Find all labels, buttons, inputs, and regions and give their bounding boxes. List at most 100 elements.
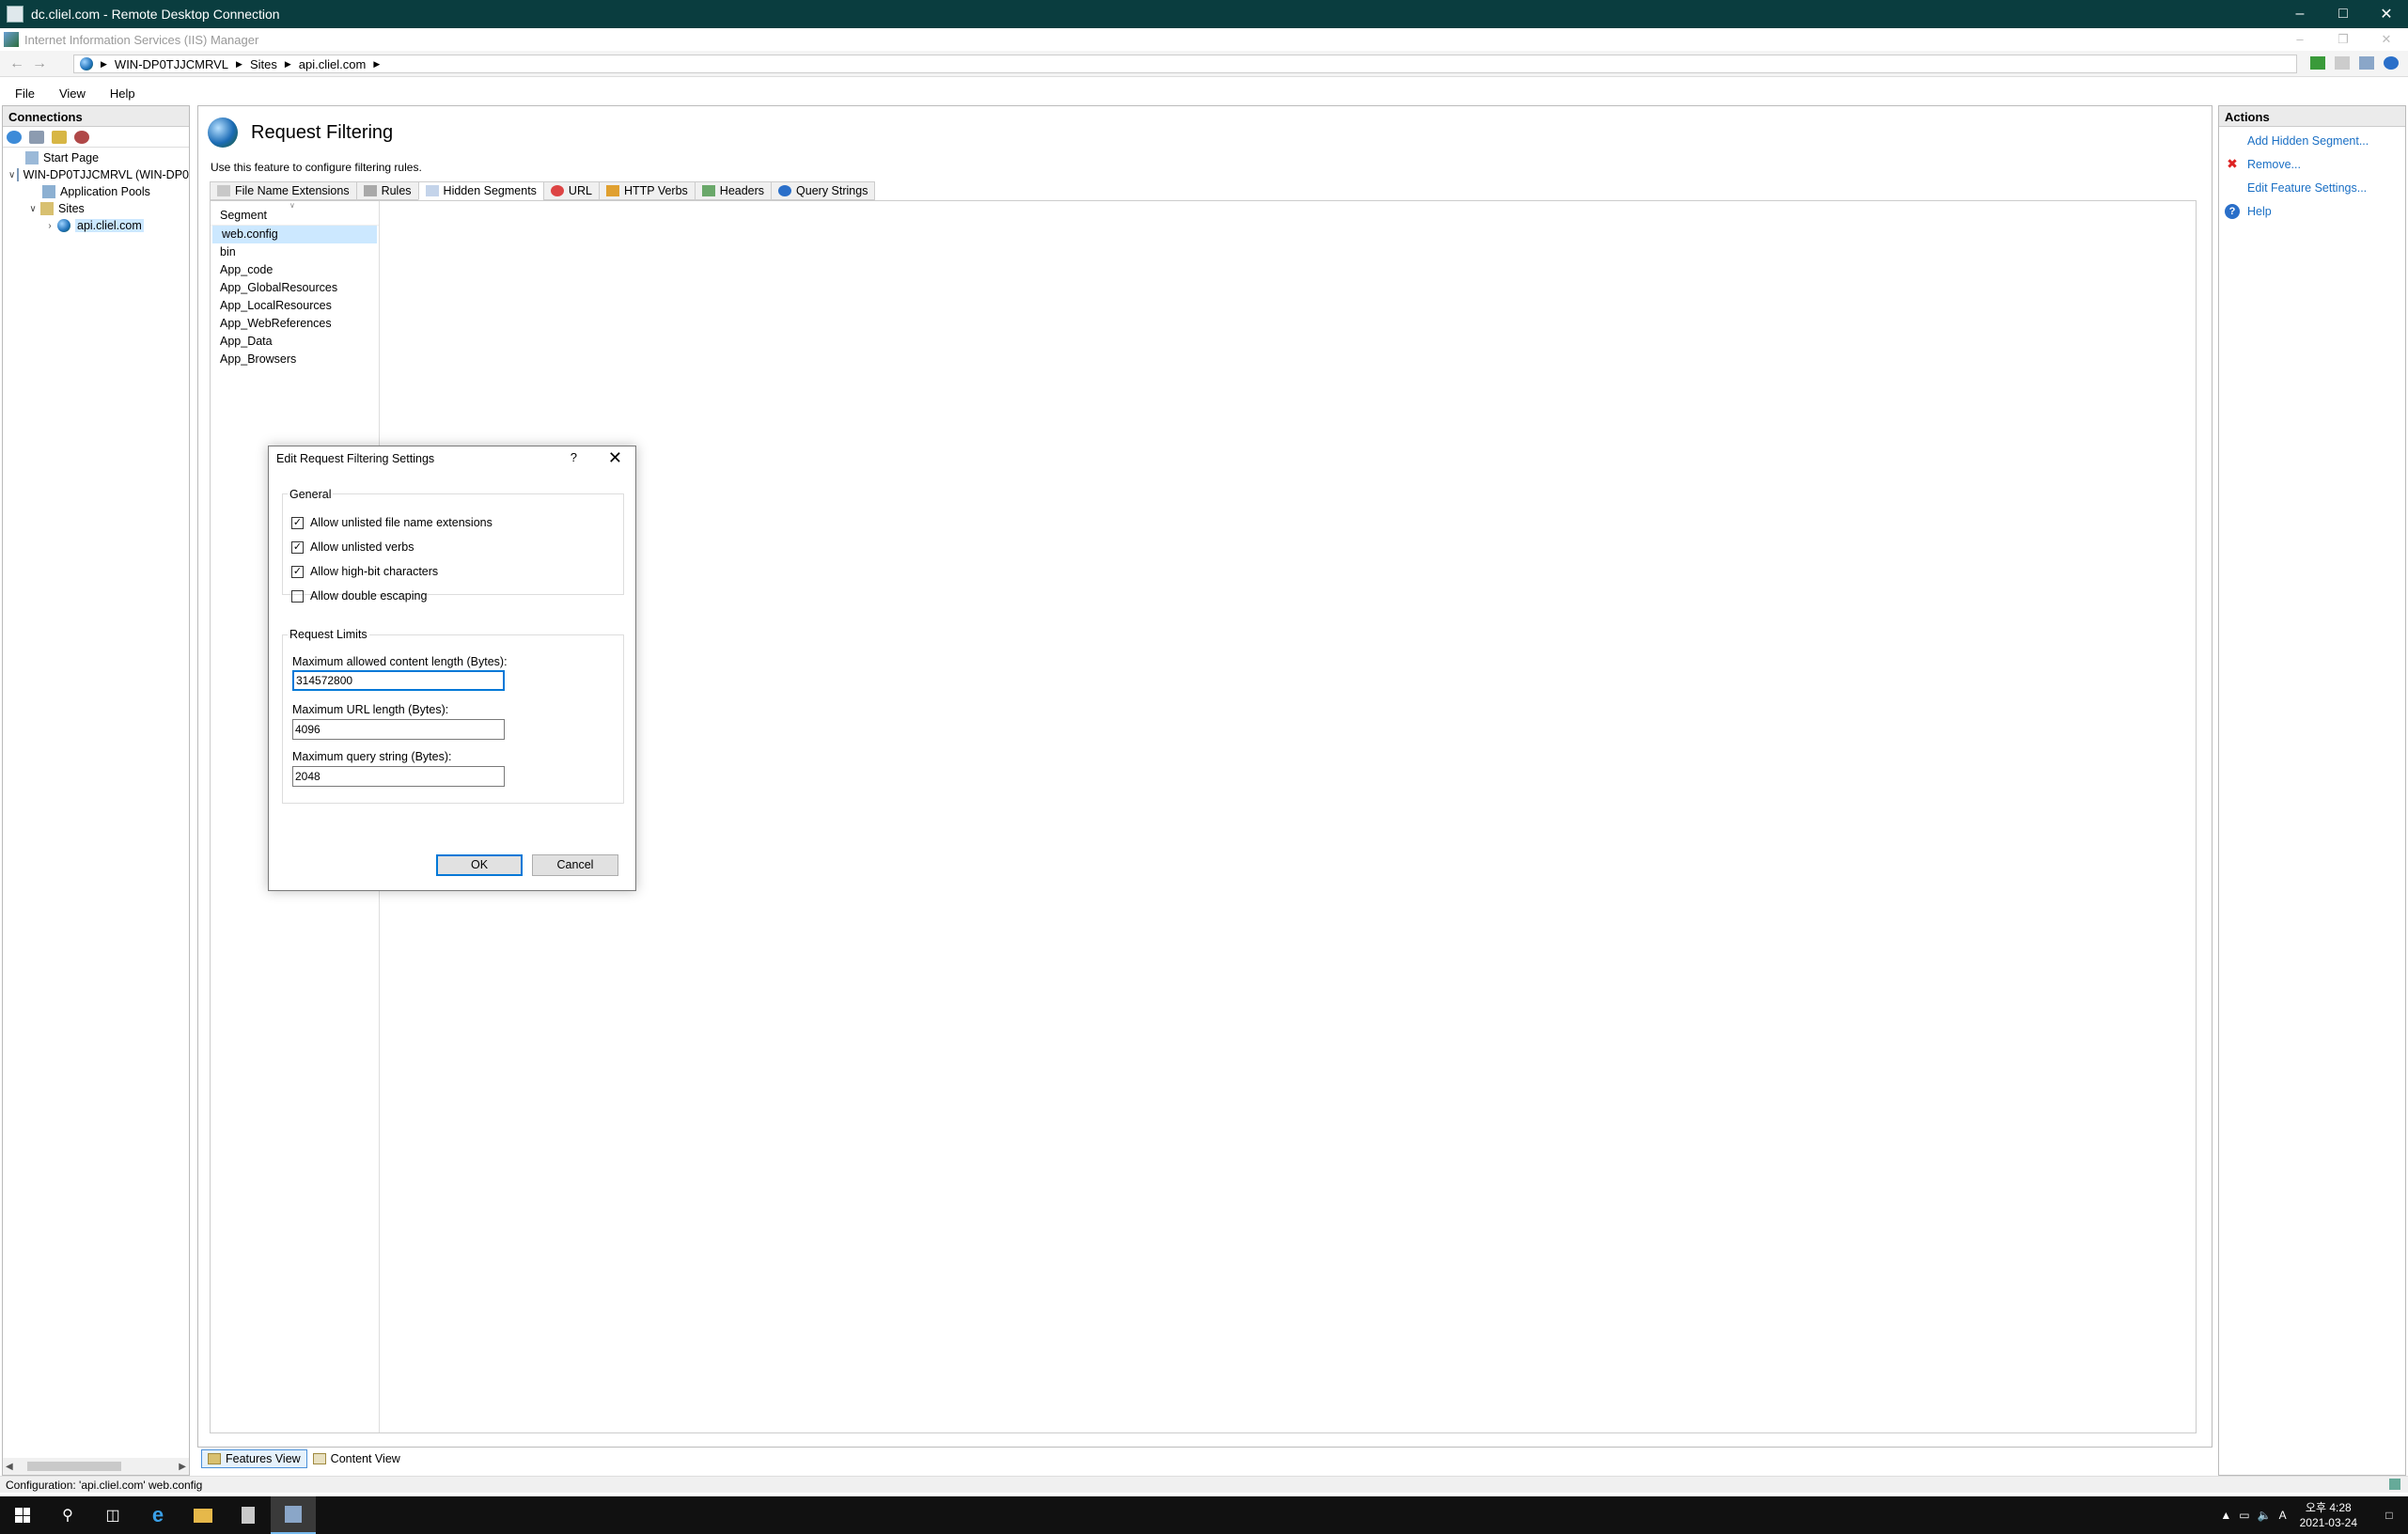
- network-icon[interactable]: ▭: [2239, 1509, 2249, 1522]
- features-view-icon: [208, 1453, 221, 1464]
- help-icon[interactable]: [2384, 56, 2399, 70]
- checkbox-box[interactable]: [291, 589, 304, 603]
- tab-http-verbs[interactable]: HTTP Verbs: [598, 181, 695, 200]
- dialog-help-icon[interactable]: ?: [571, 450, 577, 464]
- breadcrumb-sites[interactable]: Sites: [250, 57, 277, 71]
- chevron-right-icon[interactable]: ▶: [101, 59, 107, 70]
- max-url-length-input[interactable]: [292, 719, 505, 740]
- notification-icon[interactable]: □: [2370, 1509, 2408, 1522]
- scroll-left-icon[interactable]: ◀: [3, 1462, 16, 1472]
- list-item[interactable]: App_GlobalResources: [211, 279, 379, 297]
- volume-icon[interactable]: 🔈: [2258, 1509, 2272, 1522]
- dialog-close-icon[interactable]: ✕: [608, 448, 622, 468]
- chevron-right-icon[interactable]: ▶: [236, 59, 242, 70]
- start-page-icon: [25, 151, 39, 164]
- close-icon[interactable]: ✕: [2365, 0, 2408, 28]
- help-link[interactable]: ? Help: [2219, 199, 2405, 223]
- tree-item-start-page[interactable]: Start Page: [3, 149, 189, 166]
- menu-help[interactable]: Help: [95, 86, 145, 101]
- breadcrumb[interactable]: ▶ WIN-DP0TJJCMRVL ▶ Sites ▶ api.cliel.co…: [73, 55, 2297, 73]
- list-item[interactable]: App_Data: [211, 333, 379, 351]
- new-connection-icon[interactable]: [7, 130, 22, 144]
- internet-explorer-icon[interactable]: e: [135, 1496, 180, 1534]
- column-header-segment[interactable]: ∨ Segment: [211, 201, 379, 226]
- list-item[interactable]: App_Browsers: [211, 351, 379, 368]
- menu-file[interactable]: File: [0, 86, 44, 101]
- ime-indicator[interactable]: A: [2279, 1509, 2287, 1522]
- task-view-icon[interactable]: ◫: [90, 1496, 135, 1534]
- allow-high-bit-checkbox[interactable]: ✓ Allow high-bit characters: [291, 565, 438, 578]
- sort-icon: ∨: [289, 201, 295, 210]
- cancel-button[interactable]: Cancel: [532, 854, 618, 876]
- allow-unlisted-verbs-checkbox[interactable]: ✓ Allow unlisted verbs: [291, 540, 414, 554]
- tab-hidden-segments[interactable]: Hidden Segments: [417, 181, 543, 200]
- connections-header: Connections: [3, 106, 189, 127]
- file-explorer-icon[interactable]: [180, 1496, 226, 1534]
- stop-icon[interactable]: [2335, 56, 2350, 70]
- tab-rules[interactable]: Rules: [355, 181, 418, 200]
- maximize-icon[interactable]: □: [2322, 0, 2365, 28]
- chevron-down-icon[interactable]: ∨: [27, 204, 39, 214]
- breadcrumb-site[interactable]: api.cliel.com: [299, 57, 367, 71]
- tab-file-name-extensions[interactable]: File Name Extensions: [210, 181, 356, 200]
- scroll-right-icon[interactable]: ▶: [176, 1462, 189, 1472]
- remove-link[interactable]: ✖ Remove...: [2219, 152, 2405, 176]
- save-icon[interactable]: [29, 130, 44, 144]
- max-content-length-input[interactable]: [292, 670, 505, 691]
- folder-up-icon[interactable]: [52, 130, 67, 144]
- list-item[interactable]: App_LocalResources: [211, 297, 379, 315]
- horizontal-scrollbar[interactable]: ◀ ▶: [3, 1458, 189, 1475]
- iis-minimize-icon[interactable]: –: [2278, 28, 2322, 51]
- iis-manager-taskbar-icon[interactable]: [271, 1496, 316, 1534]
- allow-double-escaping-checkbox[interactable]: Allow double escaping: [291, 589, 427, 603]
- file-icon: [217, 185, 230, 196]
- tab-headers[interactable]: Headers: [694, 181, 772, 200]
- tab-query-strings[interactable]: Query Strings: [771, 181, 876, 200]
- tab-url[interactable]: URL: [542, 181, 599, 200]
- list-item[interactable]: web.config: [212, 226, 377, 243]
- tray-overflow-icon[interactable]: ▲: [2220, 1509, 2231, 1522]
- chevron-right-icon[interactable]: ▶: [373, 59, 380, 70]
- taskbar: ⚲ ◫ e ▲ ▭ 🔈 A 오후 4:28 2021-03-24 □: [0, 1496, 2408, 1534]
- search-icon[interactable]: ⚲: [45, 1496, 90, 1534]
- content-view-button[interactable]: Content View: [307, 1449, 406, 1468]
- breadcrumb-server[interactable]: WIN-DP0TJJCMRVL: [115, 57, 228, 71]
- chevron-right-icon[interactable]: ▶: [285, 59, 291, 70]
- chevron-right-icon[interactable]: ›: [44, 221, 55, 231]
- clock[interactable]: 오후 4:28 2021-03-24: [2300, 1500, 2357, 1530]
- start-button[interactable]: [0, 1496, 45, 1534]
- scroll-thumb[interactable]: [26, 1462, 121, 1471]
- add-hidden-segment-link[interactable]: Add Hidden Segment...: [2219, 129, 2405, 152]
- iis-restore-icon[interactable]: ❐: [2322, 28, 2365, 51]
- server-manager-icon[interactable]: [226, 1496, 271, 1534]
- features-view-button[interactable]: Features View: [201, 1449, 307, 1468]
- minimize-icon[interactable]: –: [2278, 0, 2322, 28]
- dialog-title: Edit Request Filtering Settings: [276, 452, 435, 465]
- edit-feature-settings-link[interactable]: Edit Feature Settings...: [2219, 176, 2405, 199]
- forward-arrow-icon[interactable]: →: [28, 55, 51, 72]
- iis-close-icon[interactable]: ✕: [2365, 28, 2408, 51]
- ok-button[interactable]: OK: [436, 854, 523, 876]
- disconnect-icon[interactable]: [74, 130, 89, 144]
- rdp-app-icon: [7, 6, 23, 23]
- chevron-down-icon[interactable]: ∨: [8, 170, 15, 180]
- menu-view[interactable]: View: [44, 86, 95, 101]
- home-icon[interactable]: [2359, 56, 2374, 70]
- checkbox-box[interactable]: ✓: [291, 565, 304, 578]
- tree-item-server[interactable]: ∨ WIN-DP0TJJCMRVL (WIN-DP0: [3, 166, 189, 183]
- tree-item-app-pools[interactable]: Application Pools: [3, 183, 189, 200]
- list-item[interactable]: App_code: [211, 261, 379, 279]
- page-description: Use this feature to configure filtering …: [211, 161, 422, 174]
- max-query-string-input[interactable]: [292, 766, 505, 787]
- max-query-string-label: Maximum query string (Bytes):: [292, 750, 452, 763]
- list-item[interactable]: bin: [211, 243, 379, 261]
- checkbox-box[interactable]: ✓: [291, 516, 304, 529]
- checkbox-box[interactable]: ✓: [291, 540, 304, 554]
- status-text: Configuration: 'api.cliel.com' web.confi…: [6, 1479, 203, 1492]
- tree-item-site[interactable]: › api.cliel.com: [3, 217, 189, 234]
- connect-icon[interactable]: [2310, 56, 2325, 70]
- back-arrow-icon[interactable]: ←: [6, 55, 28, 72]
- list-item[interactable]: App_WebReferences: [211, 315, 379, 333]
- tree-item-sites[interactable]: ∨ Sites: [3, 200, 189, 217]
- allow-unlisted-extensions-checkbox[interactable]: ✓ Allow unlisted file name extensions: [291, 516, 493, 529]
